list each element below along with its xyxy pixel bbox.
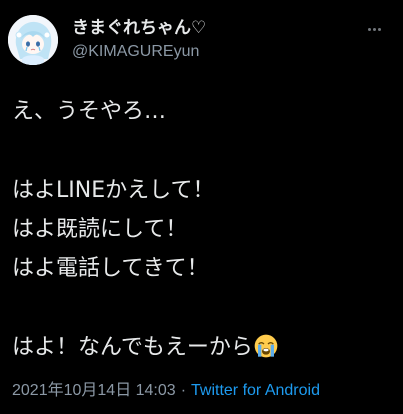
meta-separator: ·: [180, 382, 187, 399]
more-dot: [367, 27, 371, 31]
loudly-crying-face-icon: [254, 334, 278, 358]
avatar-illustration-icon: [8, 15, 58, 65]
tweet-text: え、うそやろ… はよLINEかえして！ はよ既読にして！ はよ電話してきて！ は…: [12, 92, 397, 367]
tweet-line: え、うそやろ…: [12, 99, 167, 124]
author-display-name[interactable]: きまぐれちゃん♡: [72, 17, 206, 39]
tweet-line-last: はよ！なんでもえーから: [12, 328, 397, 367]
more-options-button[interactable]: [363, 18, 385, 40]
tweet-line: はよ既読にして！: [12, 217, 188, 242]
more-dot: [372, 27, 376, 31]
tweet-line: はよLINEかえして！: [12, 178, 215, 203]
tweet-line: はよ！なんでもえーから: [12, 335, 253, 360]
more-dot: [377, 27, 381, 31]
tweet-source-link[interactable]: Twitter for Android: [191, 382, 320, 399]
tweet-timestamp[interactable]: 2021年10月14日 14:03: [12, 382, 176, 399]
avatar[interactable]: [8, 15, 58, 65]
author-handle[interactable]: @KIMAGUREyun: [72, 41, 206, 63]
tweet-line: はよ電話してきて！: [12, 256, 209, 281]
tweet-card: きまぐれちゃん♡ @KIMAGUREyun え、うそやろ… はよLINEかえして…: [0, 0, 403, 414]
tweet-header: きまぐれちゃん♡ @KIMAGUREyun: [8, 12, 206, 68]
tweet-meta: 2021年10月14日 14:03 · Twitter for Android: [12, 380, 320, 402]
author-names: きまぐれちゃん♡ @KIMAGUREyun: [72, 17, 206, 63]
